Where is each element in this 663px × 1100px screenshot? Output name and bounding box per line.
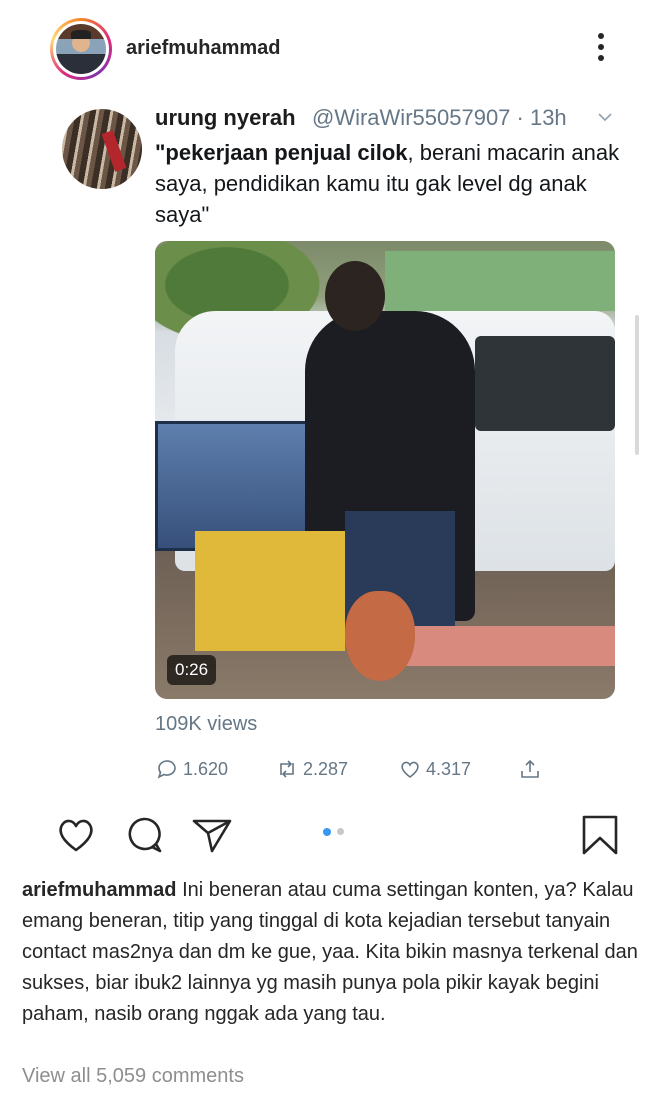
tweet-video: 0:26	[155, 241, 615, 699]
bookmark-icon[interactable]	[578, 813, 622, 857]
tweet-text-bold: "pekerjaan penjual cilok	[155, 140, 408, 165]
tweet-scrollbar	[635, 315, 639, 455]
share-icon	[521, 759, 539, 778]
video-wall	[385, 251, 615, 311]
avatar-inner	[53, 21, 109, 77]
tweet-views: 109K views	[155, 713, 258, 735]
more-vertical-icon[interactable]	[594, 33, 608, 67]
post-media[interactable]: urung nyerah @WiraWir55057907 · 13h "pek…	[30, 95, 645, 795]
tweet-handle-time: @WiraWir55057907 · 13h	[312, 105, 567, 130]
post-username[interactable]: ariefmuhammad	[126, 37, 281, 60]
caption-username[interactable]: ariefmuhammad	[22, 879, 177, 901]
tweet-text: "pekerjaan penjual cilok, berani macarin…	[155, 137, 625, 230]
tweet-retweet: 2.287	[275, 755, 348, 783]
tweet-like-count: 4.317	[426, 758, 472, 779]
avatar-image	[56, 24, 106, 74]
post-header: ariefmuhammad	[0, 0, 663, 100]
retweet-icon	[280, 760, 294, 778]
tweet-display-name: urung nyerah	[155, 105, 296, 130]
tweet-reply-count: 1.620	[183, 758, 229, 779]
tweet-reply: 1.620	[155, 755, 228, 783]
heart-icon[interactable]	[54, 813, 98, 857]
carousel-dot-active	[323, 828, 331, 836]
video-duration: 0:26	[167, 655, 217, 685]
like-icon	[401, 761, 419, 779]
video-curb	[395, 626, 615, 666]
tweet-avatar	[62, 109, 142, 189]
avatar[interactable]	[50, 18, 112, 80]
video-car-window	[475, 336, 615, 431]
tweet-like: 4.317	[398, 755, 471, 783]
video-person-head	[325, 261, 385, 331]
send-icon[interactable]	[190, 813, 234, 857]
reply-icon	[157, 760, 176, 779]
post-caption: ariefmuhammad Ini beneran atau cuma sett…	[22, 875, 647, 1030]
carousel-dot	[337, 828, 344, 835]
video-yellow-box	[195, 531, 345, 651]
tweet-share	[518, 755, 542, 783]
video-guitar	[345, 591, 415, 681]
tweet-actions: 1.620 2.287 4.317	[155, 755, 575, 785]
post-actions	[0, 805, 663, 860]
tweet-retweet-count: 2.287	[303, 758, 349, 779]
chevron-down-icon	[598, 113, 612, 122]
view-all-comments-link[interactable]: View all 5,059 comments	[22, 1065, 244, 1088]
carousel-dots	[323, 828, 353, 838]
comment-icon[interactable]	[122, 813, 166, 857]
